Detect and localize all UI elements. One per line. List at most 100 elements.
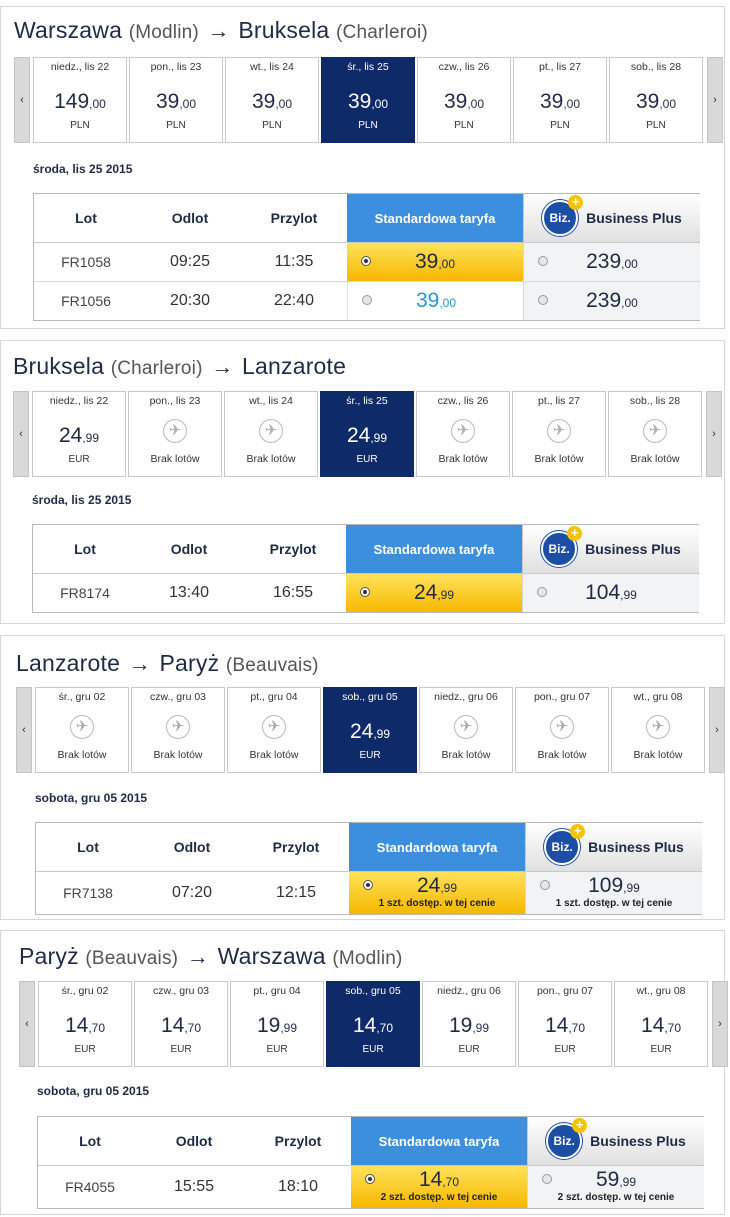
- next-week-button[interactable]: ›: [706, 391, 722, 477]
- plane-icon: ✈: [262, 715, 286, 739]
- price-decimal: ,70: [88, 1021, 106, 1035]
- next-week-button[interactable]: ›: [709, 687, 725, 773]
- prev-week-button[interactable]: ‹: [19, 981, 35, 1067]
- prev-week-button[interactable]: ‹: [13, 391, 29, 477]
- price-decimal: ,70: [184, 1021, 202, 1035]
- price-integer: 59: [595, 1168, 620, 1191]
- date-option[interactable]: pon., gru 07 ✈ Brak lotów: [515, 687, 609, 773]
- date-option[interactable]: wt., lis 24 ✈ Brak lotów: [224, 391, 318, 477]
- plane-icon: ✈: [163, 419, 187, 443]
- business-plus-option[interactable]: 239,00: [523, 243, 700, 281]
- destination-city: Bruksela: [238, 17, 330, 43]
- date-option[interactable]: wt., gru 08 ✈ Brak lotów: [611, 687, 705, 773]
- date-option[interactable]: śr., lis 25 39,00 PLN: [321, 57, 415, 143]
- date-option[interactable]: sob., lis 28 39,00 PLN: [609, 57, 703, 143]
- table-header: Lot Odlot Przylot Standardowa taryfa Biz. + Bu…: [36, 823, 702, 872]
- date-option[interactable]: pt., gru 04 ✈ Brak lotów: [227, 687, 321, 773]
- date-option[interactable]: pt., gru 04 19,99 EUR: [230, 981, 324, 1067]
- date-option[interactable]: niedz., gru 06 19,99 EUR: [422, 981, 516, 1067]
- standard-fare-option[interactable]: 39,00: [347, 282, 524, 320]
- date-option[interactable]: pon., lis 23 39,00 PLN: [129, 57, 223, 143]
- business-plus-option[interactable]: 104,99: [522, 574, 699, 612]
- no-flights-label: Brak lotów: [249, 749, 299, 761]
- date-option[interactable]: czw., gru 03 ✈ Brak lotów: [131, 687, 225, 773]
- date-label: pon., lis 23: [149, 395, 201, 407]
- header-business-plus: Biz. + Business Plus: [525, 823, 702, 871]
- header-business-plus: Biz. + Business Plus: [523, 194, 700, 242]
- flight-number: FR7138: [63, 885, 113, 901]
- currency-label: PLN: [166, 120, 186, 131]
- route-title: Lanzarote → Paryż (Beauvais): [16, 650, 319, 677]
- next-week-button[interactable]: ›: [712, 981, 728, 1067]
- arrive-time: 12:15: [275, 884, 317, 901]
- standard-fare-option[interactable]: 24,99: [346, 574, 522, 612]
- price-decimal: ,99: [620, 588, 637, 602]
- flight-number: FR4055: [65, 1179, 115, 1195]
- plane-icon: ✈: [646, 715, 670, 739]
- date-option[interactable]: pon., gru 07 14,70 EUR: [518, 981, 612, 1067]
- price-decimal: ,00: [621, 296, 638, 310]
- date-label: pt., gru 04: [250, 691, 298, 703]
- date-label: wt., lis 24: [249, 395, 293, 407]
- header-arrive: Przylot: [274, 1133, 322, 1149]
- price-decimal: ,00: [275, 97, 293, 111]
- business-plus-option[interactable]: 109,99 1 szt. dostęp. w tej cenie: [525, 872, 702, 914]
- standard-fare-option[interactable]: 14,70 2 szt. dostęp. w tej cenie: [351, 1166, 527, 1208]
- flight-row: FR4055 15:55 18:10 14,70 2 szt. dostęp. w te…: [38, 1166, 704, 1208]
- header-standard-fare: Standardowa taryfa: [346, 525, 522, 573]
- date-option[interactable]: śr., gru 02 ✈ Brak lotów: [35, 687, 129, 773]
- next-week-button[interactable]: ›: [707, 57, 723, 143]
- date-label: czw., gru 03: [149, 691, 207, 703]
- standard-fare-option[interactable]: 39,00: [347, 243, 523, 281]
- date-label: pt., gru 04: [253, 985, 301, 997]
- date-option[interactable]: sob., gru 05 24,99 EUR: [323, 687, 417, 773]
- date-option[interactable]: sob., gru 05 14,70 EUR: [326, 981, 420, 1067]
- date-label: pon., lis 23: [150, 61, 202, 73]
- route-title: Warszawa (Modlin) → Bruksela (Charleroi): [14, 17, 428, 44]
- date-option[interactable]: niedz., lis 22 24,99 EUR: [32, 391, 126, 477]
- date-option[interactable]: czw., lis 26 ✈ Brak lotów: [416, 391, 510, 477]
- business-plus-option[interactable]: 59,99 2 szt. dostęp. w tej cenie: [527, 1166, 704, 1208]
- standard-fare-option[interactable]: 24,99 1 szt. dostęp. w tej cenie: [349, 872, 525, 914]
- price-integer: 39: [635, 90, 660, 113]
- date-option[interactable]: sob., lis 28 ✈ Brak lotów: [608, 391, 702, 477]
- prev-week-button[interactable]: ‹: [14, 57, 30, 143]
- date-option[interactable]: pt., lis 27 39,00 PLN: [513, 57, 607, 143]
- seats-available-note: 1 szt. dostęp. w tej cenie: [378, 898, 496, 909]
- date-label: sob., lis 28: [630, 61, 682, 73]
- date-strip: ‹ niedz., lis 22 149,00 PLN pon., lis 23 39,0…: [14, 57, 723, 143]
- day-price: 14,70: [39, 1014, 131, 1038]
- seats-available-note: 2 szt. dostęp. w tej cenie: [380, 1192, 498, 1203]
- date-option[interactable]: pon., lis 23 ✈ Brak lotów: [128, 391, 222, 477]
- date-option[interactable]: wt., gru 08 14,70 EUR: [614, 981, 708, 1067]
- date-option[interactable]: czw., lis 26 39,00 PLN: [417, 57, 511, 143]
- header-flight: Lot: [79, 1133, 101, 1149]
- date-option[interactable]: wt., lis 24 39,00 PLN: [225, 57, 319, 143]
- no-flights-label: Brak lotów: [57, 749, 107, 761]
- business-plus-option[interactable]: 239,00: [523, 282, 700, 320]
- price-decimal: ,00: [563, 97, 581, 111]
- date-label: niedz., gru 06: [434, 691, 498, 703]
- flight-number: FR1056: [61, 293, 111, 309]
- prev-week-button[interactable]: ‹: [16, 687, 32, 773]
- origin-airport: (Charleroi): [110, 358, 203, 379]
- date-option[interactable]: niedz., lis 22 149,00 PLN: [33, 57, 127, 143]
- date-option[interactable]: śr., gru 02 14,70 EUR: [38, 981, 132, 1067]
- date-option[interactable]: czw., gru 03 14,70 EUR: [134, 981, 228, 1067]
- destination-airport: (Beauvais): [225, 655, 319, 676]
- day-price: 14,70: [615, 1014, 707, 1038]
- price-decimal: ,00: [621, 257, 638, 271]
- day-price: 24,99: [33, 424, 125, 448]
- date-option[interactable]: pt., lis 27 ✈ Brak lotów: [512, 391, 606, 477]
- date-label: sob., gru 05: [342, 691, 398, 703]
- date-label: śr., gru 02: [58, 691, 106, 703]
- origin-city: Warszawa: [14, 17, 123, 43]
- price-integer: 39: [443, 90, 468, 113]
- date-option[interactable]: niedz., gru 06 ✈ Brak lotów: [419, 687, 513, 773]
- date-label: niedz., gru 06: [437, 985, 501, 997]
- date-option[interactable]: śr., lis 25 24,99 EUR: [320, 391, 414, 477]
- header-business-plus: Biz. + Business Plus: [522, 525, 699, 573]
- price-integer: 24: [413, 581, 438, 604]
- plane-icon: ✈: [550, 715, 574, 739]
- day-price: 19,99: [231, 1014, 323, 1038]
